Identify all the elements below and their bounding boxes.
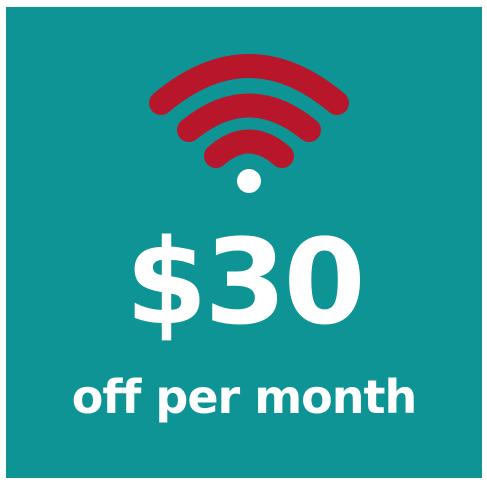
wifi-arc-middle (177, 93, 321, 142)
offer-amount: $30 (125, 213, 365, 351)
wifi-arc-inner (204, 129, 294, 168)
promo-tile: $30 off per month (6, 7, 482, 478)
wifi-icon (149, 54, 349, 193)
offer-period-text: off per month (71, 370, 418, 424)
wifi-dot (237, 169, 261, 193)
